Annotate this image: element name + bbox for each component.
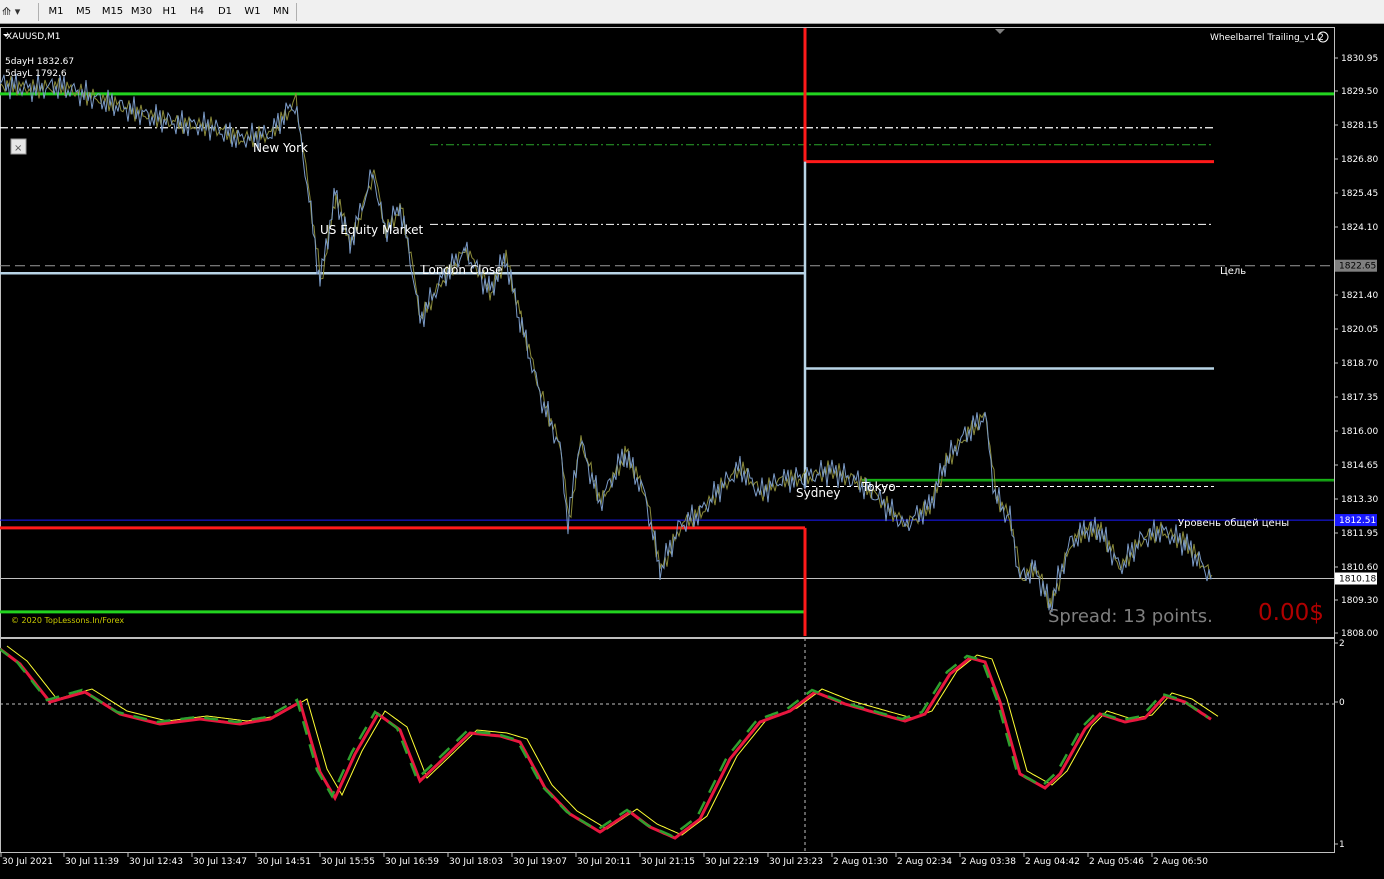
timeframe-button-m1[interactable]: M1 <box>44 3 68 20</box>
session-label-us-equity: US Equity Market <box>320 223 424 237</box>
time-axis-label: 2 Aug 01:30 <box>833 857 888 867</box>
timeframe-toolbar: ⟰ ▾ M1 M5 M15 M30 H1 H4 D1 W1 MN <box>0 0 1384 24</box>
price-axis-label: 1814.65 <box>1341 461 1378 471</box>
timeframe-button-m30[interactable]: M30 <box>129 3 154 20</box>
price-line <box>0 73 1213 613</box>
breakeven-price-tag-text: 1812.51 <box>1339 516 1376 526</box>
time-axis-label: 30 Jul 21:15 <box>641 857 695 867</box>
level-lines <box>0 28 1334 852</box>
price-axis-label: 1829.50 <box>1341 87 1378 97</box>
toolbar-separator <box>38 3 39 21</box>
time-axis-label: 30 Jul 23:23 <box>769 857 823 867</box>
session-label-london-close: London Close <box>422 263 503 277</box>
price-axis-label: 1821.40 <box>1341 291 1378 301</box>
price-axis-label: 1811.95 <box>1341 529 1378 539</box>
current-price-tag: 1810.18 <box>1335 572 1377 585</box>
timeframe-button-m15[interactable]: M15 <box>100 3 125 20</box>
spread-text: Spread: 13 points. <box>1048 606 1213 627</box>
profit-text: 0.00$ <box>1258 600 1324 626</box>
oscillator-signal-line <box>6 645 1219 836</box>
price-axis-label: 1817.35 <box>1341 393 1378 403</box>
price-axis-label: 1828.15 <box>1341 121 1378 131</box>
price-axis-label: 1826.80 <box>1341 155 1378 165</box>
breakeven-label: Уровень общей цены <box>1178 518 1289 529</box>
timeframe-button-mn[interactable]: MN <box>268 3 294 20</box>
oscillator-main-line <box>0 647 1212 840</box>
oscillator-rising-line <box>0 647 1209 838</box>
time-axis-label: 2 Aug 04:42 <box>1025 857 1080 867</box>
target-label: Цель <box>1220 266 1246 277</box>
toggle-x-icon[interactable]: × <box>14 143 22 154</box>
target-price-tag: 1822.65 <box>1335 259 1377 272</box>
time-axis-label: 30 Jul 2021 <box>2 857 53 867</box>
symbol-label: XAUUSD,M1 <box>6 32 61 42</box>
timeframe-button-h4[interactable]: H4 <box>185 3 209 20</box>
oscillator-axis-label: 0 <box>1339 698 1345 708</box>
price-series <box>0 73 1213 613</box>
toolbar-separator <box>296 3 297 21</box>
drawing-tools-dropdown-icon[interactable]: ⟰ ▾ <box>2 3 32 20</box>
price-axis-label: 1816.00 <box>1341 427 1378 437</box>
oscillator-axis-label: 1 <box>1339 840 1345 850</box>
time-axis-label: 30 Jul 13:47 <box>193 857 247 867</box>
price-axis-label: 1808.00 <box>1341 629 1378 639</box>
price-axis-label: 1830.95 <box>1341 54 1378 64</box>
price-axis-label: 1818.70 <box>1341 359 1378 369</box>
oscillator-axis: 2 0 1 <box>1334 639 1345 850</box>
price-axis-label: 1810.60 <box>1341 563 1378 573</box>
timeframe-button-m5[interactable]: M5 <box>71 3 96 20</box>
time-axis-label: 2 Aug 06:50 <box>1153 857 1208 867</box>
time-axis-label: 30 Jul 15:55 <box>321 857 375 867</box>
time-axis: 30 Jul 2021 30 Jul 11:39 30 Jul 12:43 30 Ju… <box>0 853 1208 867</box>
time-axis-label: 30 Jul 12:43 <box>129 857 183 867</box>
session-label-new-york: New York <box>253 141 308 155</box>
indicator-title: Wheelbarrel Trailing_v1.2 <box>1210 33 1324 43</box>
session-label-sydney: Sydney <box>796 486 840 500</box>
time-axis-label: 30 Jul 20:11 <box>577 857 631 867</box>
price-axis-label: 1809.30 <box>1341 596 1378 606</box>
current-price-tag-text: 1810.18 <box>1339 575 1376 585</box>
time-axis-label: 2 Aug 03:38 <box>961 857 1016 867</box>
time-axis-label: 30 Jul 22:19 <box>705 857 759 867</box>
price-axis-label: 1824.10 <box>1341 223 1378 233</box>
timeframe-button-d1[interactable]: D1 <box>213 3 237 20</box>
breakeven-price-tag: 1812.51 <box>1335 514 1377 527</box>
time-axis-label: 30 Jul 11:39 <box>65 857 119 867</box>
oscillator-series <box>0 645 1334 840</box>
price-axis-label: 1820.05 <box>1341 325 1378 335</box>
price-axis-label: 1825.45 <box>1341 189 1378 199</box>
time-axis-label: 2 Aug 05:46 <box>1089 857 1144 867</box>
time-axis-label: 30 Jul 19:07 <box>513 857 567 867</box>
five-day-high-label: 5dayH 1832.67 <box>5 57 74 67</box>
session-label-tokyo: Tokyo <box>861 480 896 494</box>
timeframe-button-h1[interactable]: H1 <box>158 3 181 20</box>
oscillator-axis-label: 2 <box>1339 639 1345 649</box>
time-axis-label: 30 Jul 14:51 <box>257 857 311 867</box>
oscillator-panel-frame <box>0 638 1335 853</box>
five-day-low-label: 5dayL 1792.6 <box>5 69 67 79</box>
chart-shift-marker[interactable] <box>995 29 1005 34</box>
timeframe-button-w1[interactable]: W1 <box>241 3 264 20</box>
time-axis-label: 30 Jul 18:03 <box>449 857 503 867</box>
time-axis-label: 2 Aug 02:34 <box>897 857 952 867</box>
price-axis: 1830.95 1829.50 1828.15 1826.80 1825.45 1824.… <box>1334 54 1378 639</box>
chart-window[interactable]: 1830.95 1829.50 1828.15 1826.80 1825.45 1824.… <box>0 24 1384 875</box>
time-axis-label: 30 Jul 16:59 <box>385 857 439 867</box>
price-axis-label: 1813.30 <box>1341 495 1378 505</box>
target-price-tag-text: 1822.65 <box>1339 262 1376 272</box>
copyright-text: © 2020 TopLessons.In/Forex <box>11 616 124 625</box>
